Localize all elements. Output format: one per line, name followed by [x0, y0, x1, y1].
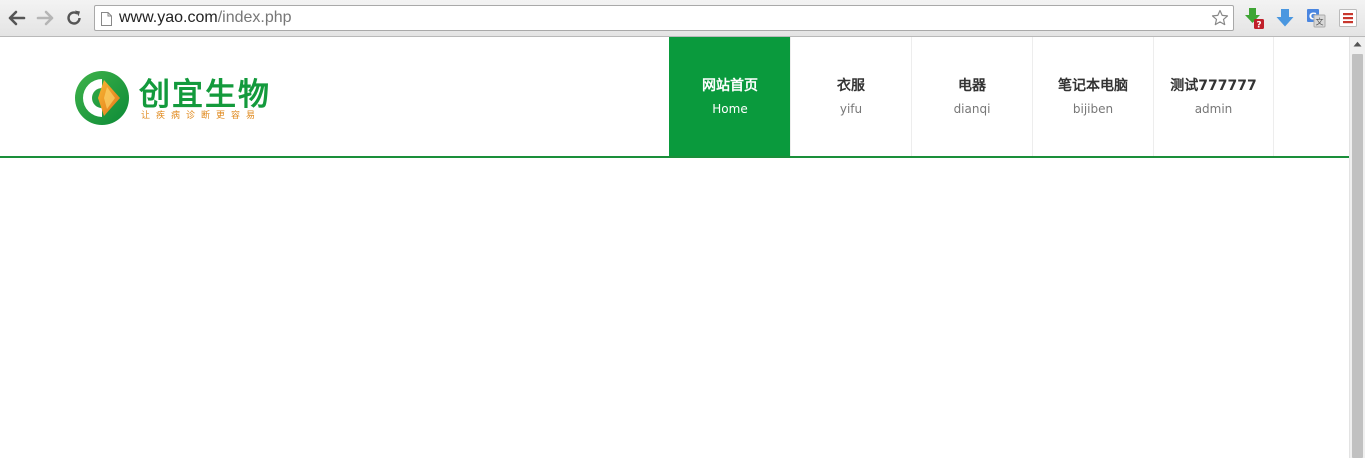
- nav-item-sublabel: Home: [712, 102, 748, 116]
- download-arrow-icon[interactable]: [1274, 7, 1296, 29]
- nav-item-dianqi[interactable]: 电器 dianqi: [911, 37, 1032, 156]
- extension-badge: ?: [1256, 21, 1261, 30]
- nav-item-home[interactable]: 网站首页 Home: [669, 37, 790, 156]
- page-icon: [101, 11, 112, 30]
- nav-item-sublabel: dianqi: [953, 102, 991, 116]
- site-logo[interactable]: 创宜生物 让疾病诊断更容易: [74, 70, 284, 125]
- nav-item-admin[interactable]: 测试777777 admin: [1153, 37, 1274, 156]
- back-arrow-icon[interactable]: [5, 6, 29, 30]
- logo-subtitle: 让疾病诊断更容易: [141, 111, 262, 121]
- translate-icon[interactable]: G文: [1305, 7, 1327, 29]
- download-extension-icon[interactable]: ?: [1243, 7, 1265, 29]
- nav-item-label: 电器: [958, 78, 986, 94]
- url-path: /index.php: [217, 9, 292, 26]
- nav-item-sublabel: yifu: [839, 102, 863, 116]
- scroll-up-icon[interactable]: [1353, 41, 1362, 47]
- url-text: www.yao.com/index.php: [119, 9, 292, 27]
- nav-item-sublabel: bijiben: [1072, 102, 1114, 116]
- nav-item-label: 网站首页: [702, 78, 758, 94]
- nav-item-label: 笔记本电脑: [1058, 78, 1128, 94]
- nav-item-sublabel: admin: [1194, 102, 1233, 116]
- nav-item-label: 测试777777: [1170, 78, 1257, 94]
- star-icon[interactable]: [1211, 9, 1229, 31]
- forward-arrow-icon[interactable]: [33, 6, 57, 30]
- nav-item-bijiben[interactable]: 笔记本电脑 bijiben: [1032, 37, 1153, 156]
- reload-icon[interactable]: [62, 6, 86, 30]
- vertical-scrollbar[interactable]: [1349, 37, 1365, 458]
- site-header: 创宜生物 让疾病诊断更容易 网站首页 Home 衣服 yifu 电器 dianq…: [0, 37, 1349, 158]
- nav-item-yifu[interactable]: 衣服 yifu: [790, 37, 911, 156]
- menu-icon[interactable]: [1337, 7, 1359, 29]
- url-domain: www.yao.com: [119, 9, 218, 26]
- browser-toolbar: www.yao.com/index.php ? G文: [0, 0, 1365, 37]
- scrollbar-thumb[interactable]: [1352, 54, 1363, 458]
- svg-text:文: 文: [1316, 17, 1324, 27]
- logo-mark-icon: [75, 71, 129, 125]
- main-nav: 网站首页 Home 衣服 yifu 电器 dianqi 笔记本电脑 bijibe…: [669, 37, 1274, 156]
- nav-item-label: 衣服: [837, 78, 865, 94]
- address-bar[interactable]: www.yao.com/index.php: [94, 5, 1234, 31]
